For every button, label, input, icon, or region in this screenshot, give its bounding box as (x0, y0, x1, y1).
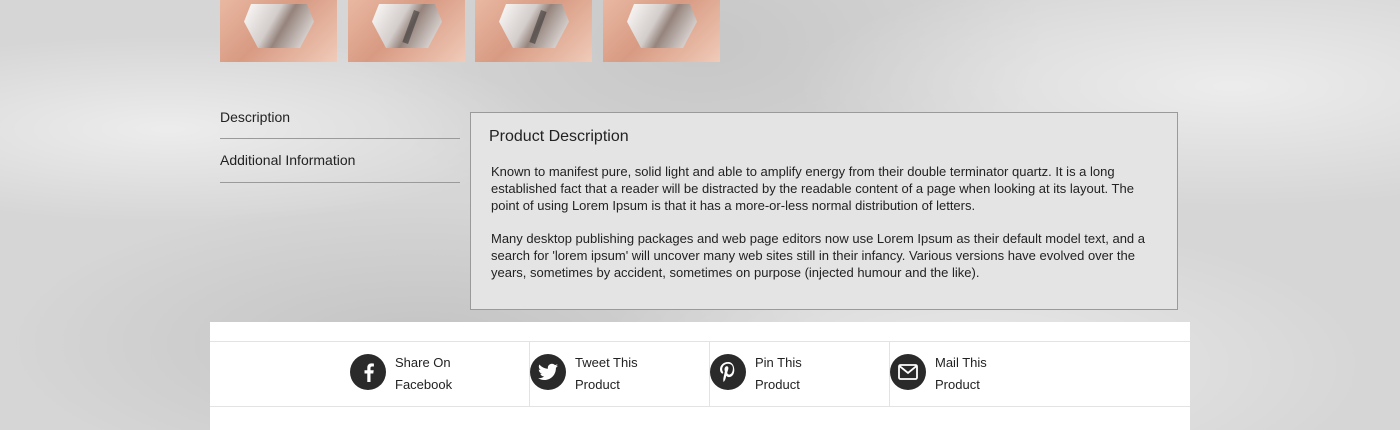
share-bar-bottom-rule (210, 406, 1190, 407)
tab-description[interactable]: Description (220, 96, 460, 139)
share-facebook-button[interactable]: Share On Facebook (350, 342, 530, 406)
facebook-icon (350, 354, 386, 390)
share-mail-button[interactable]: Mail This Product (890, 342, 1070, 406)
product-thumbnail-2[interactable] (348, 0, 465, 62)
share-twitter-button[interactable]: Tweet This Product (530, 342, 710, 406)
product-thumbnail-3[interactable] (475, 0, 592, 62)
share-pinterest-label: Pin This Product (755, 355, 802, 392)
panel-body: Known to manifest pure, solid light and … (491, 163, 1163, 297)
share-mail-label: Mail This Product (935, 355, 987, 392)
panel-title: Product Description (489, 128, 629, 145)
tab-additional-information[interactable]: Additional Information (220, 139, 460, 183)
product-thumbnail-4[interactable] (603, 0, 720, 62)
product-tabs: Description Additional Information (220, 96, 460, 183)
product-thumbnail-1[interactable] (220, 0, 337, 62)
description-paragraph-1: Known to manifest pure, solid light and … (491, 164, 1134, 213)
mail-icon (890, 354, 926, 390)
share-twitter-label: Tweet This Product (575, 355, 638, 392)
share-pinterest-button[interactable]: Pin This Product (710, 342, 890, 406)
product-description-panel: Product Description Known to manifest pu… (470, 112, 1178, 310)
description-paragraph-2: Many desktop publishing packages and web… (491, 231, 1146, 280)
twitter-icon (530, 354, 566, 390)
share-facebook-label: Share On Facebook (395, 355, 453, 392)
pinterest-icon (710, 354, 746, 390)
share-bar: Share On Facebook Tweet This Product Pin T… (210, 322, 1190, 430)
